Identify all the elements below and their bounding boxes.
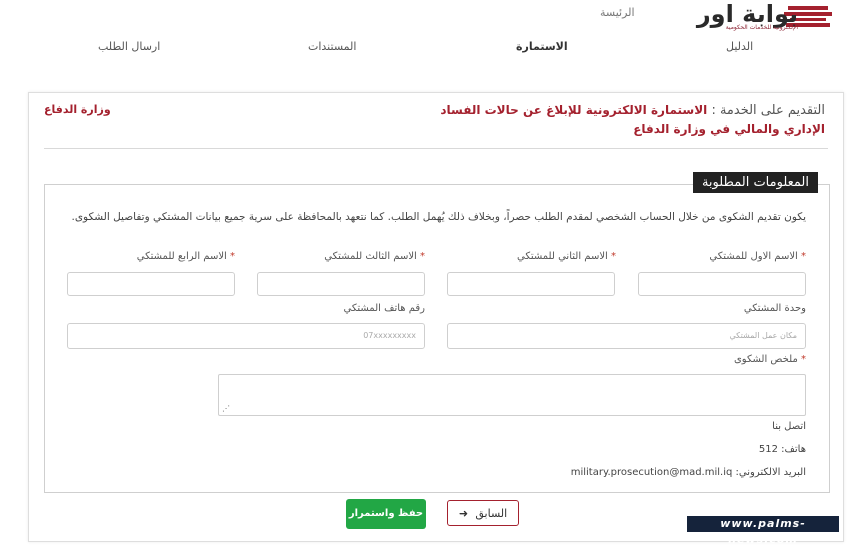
first-name-input[interactable] [638,272,806,296]
intro-text: يكون تقديم الشكوى من خلال الحساب الشخصي … [71,211,807,223]
previous-button[interactable]: السابق ➜ [447,500,519,526]
phone-label: رقم هاتف المشتكي [343,303,425,314]
previous-label: السابق [475,507,508,520]
fourth-name-label: * الاسم الرابع للمشتكي [136,251,235,262]
service-lead: التقديم على الخدمة : [711,103,825,118]
fourth-name-input[interactable] [67,272,235,296]
step-form[interactable]: الاستمارة [516,40,568,53]
summary-textarea[interactable]: ⋰ [218,374,806,416]
summary-label: * ملخص الشكوى [733,354,806,365]
home-link[interactable]: الرئيسة [600,6,635,19]
unit-input[interactable]: مكان عمل المشتكي [447,323,806,349]
unit-label: وحدة المشتكي [743,303,806,314]
contact-phone: هاتف: 512 [758,444,806,455]
arrow-right-icon: ➜ [458,507,472,520]
ministry-label: وزارة الدفاع [44,103,111,116]
divider [44,148,828,149]
step-guide[interactable]: الدليل [726,40,753,53]
third-name-input[interactable] [257,272,425,296]
logo-subtitle: الإلكترونية للخدمات الحكومية [725,24,798,31]
resize-grip-icon[interactable]: ⋰ [222,404,230,413]
fieldset-legend: المعلومات المطلوبة [692,172,818,193]
phone-input[interactable]: 07xxxxxxxxx [67,323,425,349]
step-submit[interactable]: ارسال الطلب [98,40,160,53]
watermark: www.palms-news.com [687,516,839,546]
save-continue-button[interactable]: حفظ واستمرار [346,499,426,529]
contact-email[interactable]: البريد الالكتروني: military.prosecution@… [571,467,806,478]
first-name-label: * الاسم الاول للمشتكي [709,251,806,262]
step-documents[interactable]: المستندات [308,40,356,53]
second-name-input[interactable] [447,272,615,296]
second-name-label: * الاسم الثاني للمشتكي [516,251,616,262]
contact-title: اتصل بنا [772,421,806,432]
service-title: التقديم على الخدمة : الاستمارة الالكترون… [435,101,825,139]
third-name-label: * الاسم الثالث للمشتكي [324,251,425,262]
